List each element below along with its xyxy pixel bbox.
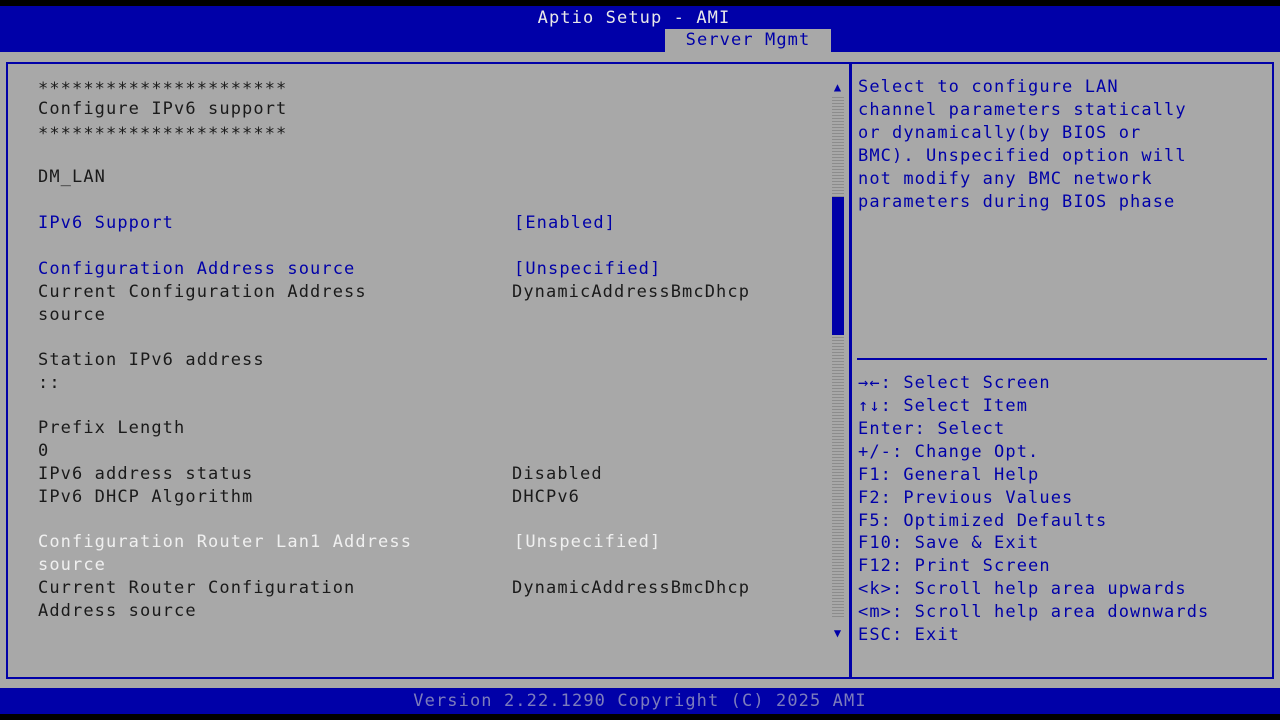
help-line: or dynamically(by BIOS or	[858, 123, 1142, 143]
station-ipv6-address-value: ::	[38, 373, 61, 393]
key-help-enter: Enter: Select	[858, 419, 1006, 439]
ipv6-dhcp-algorithm-value: DHCPv6	[512, 487, 581, 507]
ipv6-address-status-value: Disabled	[512, 464, 603, 484]
current-router-config-address-source-label: Current Router Configuration	[38, 578, 356, 598]
scroll-down-arrow-icon[interactable]: ▼	[831, 626, 845, 640]
key-help-f12: F12: Print Screen	[858, 556, 1051, 576]
footer-bar: Version 2.22.1290 Copyright (C) 2025 AMI	[0, 688, 1280, 714]
stars-bottom: **********************	[38, 124, 288, 144]
current-router-config-address-source-value: DynamicAddressBmcDhcp	[512, 578, 751, 598]
key-help-scroll-down: <m>: Scroll help area downwards	[858, 602, 1210, 622]
station-ipv6-address-label: Station IPv6 address	[38, 350, 265, 370]
key-help-f5: F5: Optimized Defaults	[858, 511, 1108, 531]
pane-divider	[849, 62, 852, 679]
config-router-lan1-address-source-label[interactable]: Configuration Router Lan1 Address	[38, 531, 412, 553]
config-address-source-value[interactable]: [Unspecified]	[514, 258, 661, 280]
ipv6-support-label[interactable]: IPv6 Support	[38, 212, 174, 234]
ipv6-support-value[interactable]: [Enabled]	[514, 212, 616, 234]
help-line: Select to configure LAN	[858, 77, 1119, 97]
key-help-f1: F1: General Help	[858, 465, 1040, 485]
help-line: channel parameters statically	[858, 100, 1187, 120]
current-config-address-source-label: Current Configuration Address	[38, 282, 367, 302]
key-help-select-screen: →←: Select Screen	[858, 373, 1051, 393]
scrollbar-thumb[interactable]	[832, 196, 844, 335]
header-bar: Aptio Setup - AMI Server Mgmt	[0, 6, 1280, 52]
key-help-esc: ESC: Exit	[858, 625, 961, 645]
main-panel: ********************** Configure IPv6 su…	[0, 52, 1280, 688]
key-help-change-opt: +/-: Change Opt.	[858, 442, 1040, 462]
config-router-lan1-address-source-value[interactable]: [Unspecified]	[514, 531, 661, 553]
help-line: parameters during BIOS phase	[858, 192, 1176, 212]
prefix-length-value: 0	[38, 441, 50, 461]
key-help-select-item: ↑↓: Select Item	[858, 396, 1029, 416]
section-heading: Configure IPv6 support	[38, 99, 288, 119]
bottom-border	[0, 714, 1280, 720]
config-address-source-label[interactable]: Configuration Address source	[38, 258, 355, 280]
prefix-length-label: Prefix Length	[38, 418, 186, 438]
ipv6-address-status-label: IPv6 address status	[38, 464, 254, 484]
tab-server-mgmt[interactable]: Server Mgmt	[665, 29, 831, 52]
scrollbar-track[interactable]	[832, 97, 844, 619]
key-help-f10: F10: Save & Exit	[858, 533, 1040, 553]
current-router-config-address-source-label-cont: Address source	[38, 601, 197, 621]
version-text: Version 2.22.1290 Copyright (C) 2025 AMI	[413, 691, 867, 711]
current-config-address-source-value: DynamicAddressBmcDhcp	[512, 282, 751, 302]
scroll-up-arrow-icon[interactable]: ▲	[831, 80, 845, 94]
stars-top: **********************	[38, 79, 288, 99]
help-divider	[857, 358, 1267, 360]
current-config-address-source-label-cont: source	[38, 305, 107, 325]
help-line: BMC). Unspecified option will	[858, 146, 1187, 166]
key-help-scroll-up: <k>: Scroll help area upwards	[858, 579, 1187, 599]
help-line: not modify any BMC network	[858, 169, 1153, 189]
channel-label: DM_LAN	[38, 167, 107, 187]
ipv6-dhcp-algorithm-label: IPv6 DHCP Algorithm	[38, 487, 254, 507]
key-help-f2: F2: Previous Values	[858, 488, 1074, 508]
app-title: Aptio Setup - AMI	[537, 8, 731, 28]
config-router-lan1-address-source-label-cont[interactable]: source	[38, 554, 106, 576]
